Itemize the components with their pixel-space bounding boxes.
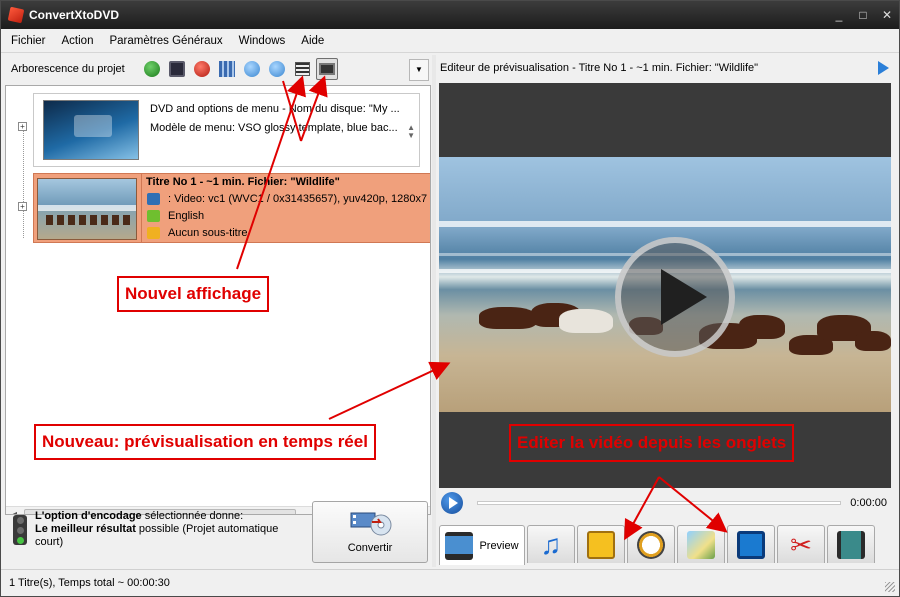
tab-preview[interactable]: Preview	[439, 525, 525, 565]
play-overlay-icon[interactable]	[615, 237, 735, 357]
minimize-button[interactable]: _	[833, 8, 845, 22]
encode-result-label: Le meilleur résultat	[35, 523, 136, 535]
chapters-icon	[219, 61, 235, 77]
film-preview-icon	[445, 531, 474, 560]
play-button[interactable]	[441, 492, 463, 514]
editor-tabs: Preview ♫ ✂	[439, 525, 895, 565]
title-video-info: : Video: vc1 (WVC1 / 0x31435657), yuv420…	[168, 193, 428, 205]
add-icon	[144, 61, 160, 77]
remove-icon	[194, 61, 210, 77]
list-view-button[interactable]	[291, 58, 313, 80]
resize-grip[interactable]	[885, 582, 895, 592]
app-logo-icon	[7, 6, 25, 24]
arrow-down-icon	[244, 61, 260, 77]
playback-time: 0:00:00	[850, 497, 887, 509]
menu-fichier[interactable]: Fichier	[1, 35, 54, 47]
preview-title: Editeur de prévisualisation - Titre No 1…	[440, 62, 759, 74]
thumbnail-view-icon	[319, 63, 335, 75]
tool-buttons	[141, 58, 338, 80]
title-subtitle-row[interactable]: Aucun sous-titre	[147, 227, 247, 239]
callout-nouvel-affichage: Nouvel affichage	[117, 276, 270, 312]
tab-crop[interactable]	[727, 525, 775, 563]
status-bar: 1 Titre(s), Temps total ~ 00:00:30	[1, 569, 899, 596]
convert-button[interactable]: Convertir	[312, 501, 428, 563]
title-thumbnail	[37, 178, 137, 240]
menu-template-text: Modèle de menu: VSO glossy template, blu…	[150, 122, 398, 134]
video-settings-icon	[147, 193, 160, 205]
scissors-icon: ✂	[790, 529, 812, 560]
arrow-up-icon	[269, 61, 285, 77]
quality-light-icon	[13, 515, 27, 545]
callout-previsualisation: Nouveau: prévisualisation en temps réel	[34, 424, 376, 460]
title-audio-info: English	[168, 210, 205, 222]
subtitle-track-icon	[147, 227, 160, 239]
pane-splitter[interactable]	[432, 55, 436, 567]
audio-track-icon	[147, 210, 160, 222]
video-frame	[439, 157, 891, 412]
move-down-button[interactable]	[241, 58, 263, 80]
toolbar-dropdown[interactable]: ▼	[409, 59, 429, 81]
seek-bar[interactable]	[477, 501, 841, 505]
preview-header: Editeur de prévisualisation - Titre No 1…	[437, 55, 895, 81]
project-tree-label: Arborescence du projet	[11, 63, 125, 75]
title-node-title: Titre No 1 - ~1 min. Fichier: "Wildlife"	[146, 176, 340, 188]
convert-label: Convertir	[347, 542, 393, 554]
chapters-button[interactable]	[216, 58, 238, 80]
thumbnail-view-button[interactable]	[316, 58, 338, 80]
tree-connector	[23, 126, 24, 238]
move-up-button[interactable]	[266, 58, 288, 80]
film-merge-icon	[837, 530, 865, 559]
list-view-icon	[294, 62, 310, 76]
stopwatch-icon	[637, 530, 665, 559]
app-window: ConvertXtoDVD _ □ ✕ Fichier Action Param…	[0, 0, 900, 597]
collapse-arrow-icon[interactable]	[878, 61, 889, 75]
dvd-menu-node[interactable]: DVD and options de menu - Nom du disque:…	[33, 93, 420, 167]
add-button[interactable]	[141, 58, 163, 80]
encode-option-text: sélectionnée donne:	[141, 510, 244, 522]
music-note-icon: ♫	[540, 528, 562, 560]
title-subtitle-info: Aucun sous-titre	[168, 227, 248, 239]
remove-button[interactable]	[191, 58, 213, 80]
maximize-button[interactable]: □	[857, 8, 869, 22]
image-effects-icon	[687, 530, 715, 559]
title-node[interactable]: Titre No 1 - ~1 min. Fichier: "Wildlife"…	[33, 173, 430, 243]
tab-audio[interactable]: ♫	[527, 525, 575, 563]
menu-parametres[interactable]: Paramètres Généraux	[101, 35, 230, 47]
tab-preview-label: Preview	[479, 539, 519, 552]
tab-cut[interactable]: ✂	[777, 525, 825, 563]
window-title: ConvertXtoDVD	[29, 8, 120, 22]
menu-node-scroll-icon[interactable]: ▲ ▼	[407, 124, 415, 140]
tab-merge[interactable]	[827, 525, 875, 563]
window-controls: _ □ ✕	[833, 8, 893, 22]
status-text: 1 Titre(s), Temps total ~ 00:00:30	[9, 577, 170, 589]
crop-icon	[737, 530, 765, 559]
menu-aide[interactable]: Aide	[293, 35, 332, 47]
close-button[interactable]: ✕	[881, 8, 893, 22]
title-audio-row[interactable]: English	[147, 210, 204, 222]
subtitle-icon	[587, 530, 615, 559]
encoding-panel: L'option d'encodage sélectionnée donne: …	[5, 495, 431, 567]
title-bar: ConvertXtoDVD _ □ ✕	[1, 1, 899, 29]
save-icon	[169, 61, 185, 77]
callout-editer: Editer la vidéo depuis les onglets	[509, 424, 795, 462]
encoding-summary: L'option d'encodage sélectionnée donne: …	[35, 510, 285, 549]
encode-option-label: L'option d'encodage	[35, 510, 142, 522]
expand-title-node[interactable]: +	[18, 202, 27, 211]
preview-pane: Editeur de prévisualisation - Titre No 1…	[437, 55, 895, 567]
expand-menu-node[interactable]: +	[18, 122, 27, 131]
tab-chapters[interactable]	[627, 525, 675, 563]
menu-bar: Fichier Action Paramètres Généraux Windo…	[1, 29, 899, 53]
convert-disc-icon	[350, 512, 392, 536]
player-controls: 0:00:00	[439, 491, 891, 515]
menu-options-text: DVD and options de menu - Nom du disque:…	[150, 103, 400, 115]
tab-subtitles[interactable]	[577, 525, 625, 563]
menu-thumbnail	[43, 100, 139, 160]
tab-effects[interactable]	[677, 525, 725, 563]
menu-action[interactable]: Action	[54, 35, 102, 47]
save-button[interactable]	[166, 58, 188, 80]
title-video-row[interactable]: : Video: vc1 (WVC1 / 0x31435657), yuv420…	[147, 193, 427, 205]
menu-windows[interactable]: Windows	[231, 35, 294, 47]
project-toolbar: Arborescence du projet ▼	[5, 55, 431, 83]
